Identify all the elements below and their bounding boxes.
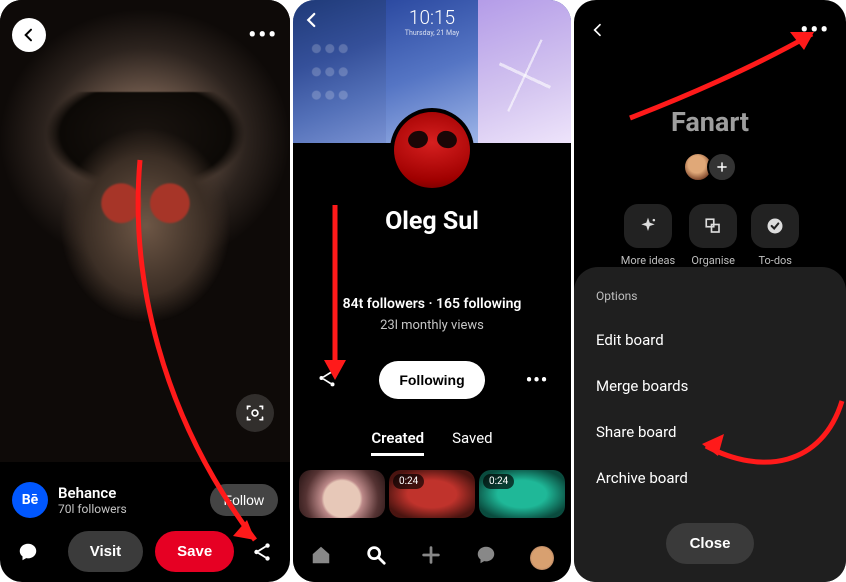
tool-more-ideas: More ideas [621,204,675,267]
organise-icon [704,217,722,235]
profile-stats[interactable]: 84t followers · 165 following [293,296,571,312]
sheet-item-merge-boards[interactable]: Merge boards [574,363,846,409]
comment-button[interactable] [12,536,44,568]
duration-badge: 0:24 [393,474,424,489]
back-button[interactable] [590,19,606,43]
profile-monthly-views: 23l monthly views [293,318,571,333]
tool-todos: To-dos [751,204,799,267]
profile-name: Oleg Sul [293,207,571,236]
organise-button[interactable] [689,204,737,248]
sheet-item-edit-board[interactable]: Edit board [574,317,846,363]
profile-tabs: Created Saved [293,429,571,456]
nav-search[interactable] [365,544,387,572]
options-sheet: Options Edit board Merge boards Share bo… [574,267,846,582]
board-screen: ••• Fanart More ideas Organise To-dos [574,0,846,582]
pin-source-row: Bē Behance 70l followers Follow [12,482,278,518]
search-icon [365,544,387,566]
visit-button[interactable]: Visit [68,531,143,572]
more-options-button[interactable]: ••• [800,18,830,43]
board-tools: More ideas Organise To-dos [574,204,846,267]
nav-profile[interactable] [530,546,554,570]
share-icon [251,541,273,563]
home-icon [310,544,332,566]
more-ideas-button[interactable] [624,204,672,248]
board-title: Fanart [574,106,846,138]
chevron-left-icon [303,11,321,29]
avatar-icon [530,546,554,570]
pin-thumbnails: 0:24 0:24 [293,456,571,518]
more-options-button[interactable]: ••• [521,370,553,391]
share-icon [316,367,338,389]
profile-actions: Following ••• [293,361,571,399]
lens-icon [245,403,265,423]
tool-organise: Organise [689,204,737,267]
chevron-left-icon [21,27,37,43]
share-button[interactable] [246,536,278,568]
nav-create[interactable] [420,544,442,572]
plus-icon [420,544,442,566]
todos-button[interactable] [751,204,799,248]
nav-home[interactable] [310,544,332,572]
pin-detail-screen: ••• Bē Behance 70l followers Follow Visi… [0,0,290,582]
source-followers: 70l followers [58,502,200,516]
sheet-heading: Options [574,289,846,317]
pin-top-bar: ••• [12,18,278,52]
cover-segment [478,0,571,143]
profile-avatar[interactable] [394,112,470,188]
plus-icon [715,160,729,174]
cover-date: Thursday, 21 May [386,29,479,37]
tool-label: To-dos [758,254,792,267]
tool-label: Organise [691,254,735,267]
pin-action-row: Visit Save [12,531,278,572]
close-button[interactable]: Close [666,523,755,564]
bottom-nav [293,534,571,582]
back-button[interactable] [12,18,46,52]
chevron-left-icon [590,22,606,38]
speech-bubble-icon [17,541,39,563]
save-button[interactable]: Save [155,531,234,572]
add-collaborator-button[interactable] [707,152,737,182]
pin-image[interactable] [0,0,290,462]
pin-thumbnail[interactable]: 0:24 [479,470,565,518]
sheet-item-share-board[interactable]: Share board [574,409,846,455]
source-name: Behance [58,484,200,502]
pin-thumbnail[interactable]: 0:24 [389,470,475,518]
share-button[interactable] [311,367,343,394]
visual-search-button[interactable] [236,394,274,432]
profile-screen: 10:15 Thursday, 21 May Oleg Sul 84t foll… [293,0,571,582]
pin-thumbnail[interactable] [299,470,385,518]
sparkle-icon [638,216,658,236]
duration-badge: 0:24 [483,474,514,489]
source-meta[interactable]: Behance 70l followers [58,484,200,516]
tab-created[interactable]: Created [371,429,424,456]
tool-label: More ideas [621,254,675,267]
pin-artwork [44,92,247,369]
sheet-item-archive-board[interactable]: Archive board [574,455,846,501]
more-options-button[interactable]: ••• [248,23,278,48]
following-button[interactable]: Following [379,361,484,399]
profile-avatar-ring [390,108,474,192]
collaborator-row [574,152,846,182]
cover-clock: 10:15 [386,6,479,29]
nav-notifications[interactable] [475,544,497,572]
follow-button[interactable]: Follow [210,484,278,516]
board-top-bar: ••• [574,0,846,61]
check-circle-icon [765,216,785,236]
tab-saved[interactable]: Saved [452,429,493,456]
speech-bubble-icon [475,544,497,566]
source-avatar[interactable]: Bē [12,482,48,518]
back-button[interactable] [303,10,321,35]
